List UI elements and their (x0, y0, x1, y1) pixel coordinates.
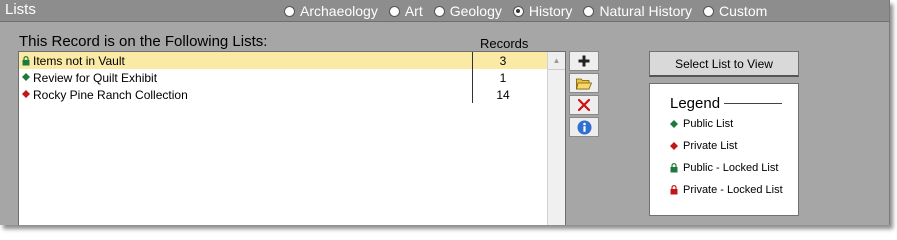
list-name: Items not in Vault (33, 54, 125, 68)
radio-selected-icon[interactable] (512, 5, 524, 17)
radio-circle-icon[interactable] (388, 5, 400, 17)
red-lock-icon (670, 185, 678, 195)
radio-label: Art (404, 3, 423, 19)
radio-label: Custom (719, 3, 768, 19)
legend-title: Legend (670, 95, 721, 112)
legend-private-locked-list: Private - Locked List (670, 184, 783, 196)
radio-label: Natural History (599, 3, 693, 19)
green-lock-icon (22, 56, 30, 66)
legend-label: Public - Locked List (683, 162, 779, 174)
lists-panel-window: Lists Archaeology Art Geology History Na… (0, 0, 890, 225)
open-folder-icon (576, 78, 592, 89)
panel-title: Lists (5, 1, 36, 18)
radio-label: Archaeology (300, 3, 378, 19)
green-diamond-icon (670, 120, 678, 128)
plus-icon (578, 55, 590, 67)
legend-private-list: Private List (670, 140, 737, 152)
list-row-items-not-in-vault[interactable]: Items not in Vault 3 (19, 52, 547, 69)
title-bar: Lists Archaeology Art Geology History Na… (0, 0, 889, 22)
list-name: Rocky Pine Ranch Collection (33, 88, 188, 102)
legend-box: Legend Public List Private List Public -… (649, 83, 799, 216)
red-x-icon (578, 99, 590, 111)
info-icon (577, 120, 591, 134)
radio-archaeology[interactable]: Archaeology (284, 3, 378, 19)
scroll-up-arrow-icon[interactable]: ▲ (548, 52, 565, 70)
select-list-to-view-button[interactable]: Select List to View (649, 51, 799, 77)
remove-from-list-button[interactable] (569, 95, 599, 115)
radio-circle-icon[interactable] (284, 5, 295, 17)
radio-label: Geology (449, 3, 502, 19)
column-separator (472, 52, 473, 103)
red-diamond-icon (670, 142, 678, 150)
list-info-button[interactable] (569, 117, 599, 137)
list-name: Review for Quilt Exhibit (33, 71, 158, 85)
radio-custom[interactable]: Custom (703, 3, 767, 19)
discipline-radio-group: Archaeology Art Geology History Natural … (284, 3, 778, 19)
list-row-review-quilt[interactable]: Review for Quilt Exhibit 1 (19, 69, 547, 86)
radio-natural-history[interactable]: Natural History (583, 3, 692, 19)
radio-history[interactable]: History (512, 3, 573, 19)
add-to-list-button[interactable] (569, 51, 599, 71)
legend-rule (724, 103, 782, 104)
radio-circle-icon[interactable] (703, 5, 715, 17)
radio-art[interactable]: Art (388, 3, 423, 19)
records-column-header: Records (480, 36, 529, 51)
record-count: 14 (496, 88, 510, 102)
red-diamond-icon (22, 90, 30, 98)
green-diamond-icon (22, 73, 30, 81)
lists-listbox[interactable]: Items not in Vault 3 Review for Quilt Ex… (18, 51, 566, 225)
record-count: 1 (499, 71, 507, 85)
legend-public-locked-list: Public - Locked List (670, 162, 778, 174)
record-count: 3 (499, 54, 507, 68)
legend-public-list: Public List (670, 118, 733, 130)
legend-label: Public List (683, 118, 734, 130)
open-list-button[interactable] (569, 73, 599, 93)
lists-heading: This Record is on the Following Lists: (19, 33, 268, 50)
green-lock-icon (670, 163, 678, 173)
radio-label: History (528, 3, 573, 19)
legend-label: Private - Locked List (683, 184, 783, 196)
radio-circle-icon[interactable] (583, 5, 595, 17)
radio-geology[interactable]: Geology (433, 3, 502, 19)
vertical-scrollbar[interactable]: ▲ (547, 52, 565, 225)
list-row-rocky-pine[interactable]: Rocky Pine Ranch Collection 14 (19, 86, 547, 103)
radio-circle-icon[interactable] (433, 5, 445, 17)
legend-label: Private List (683, 140, 738, 152)
